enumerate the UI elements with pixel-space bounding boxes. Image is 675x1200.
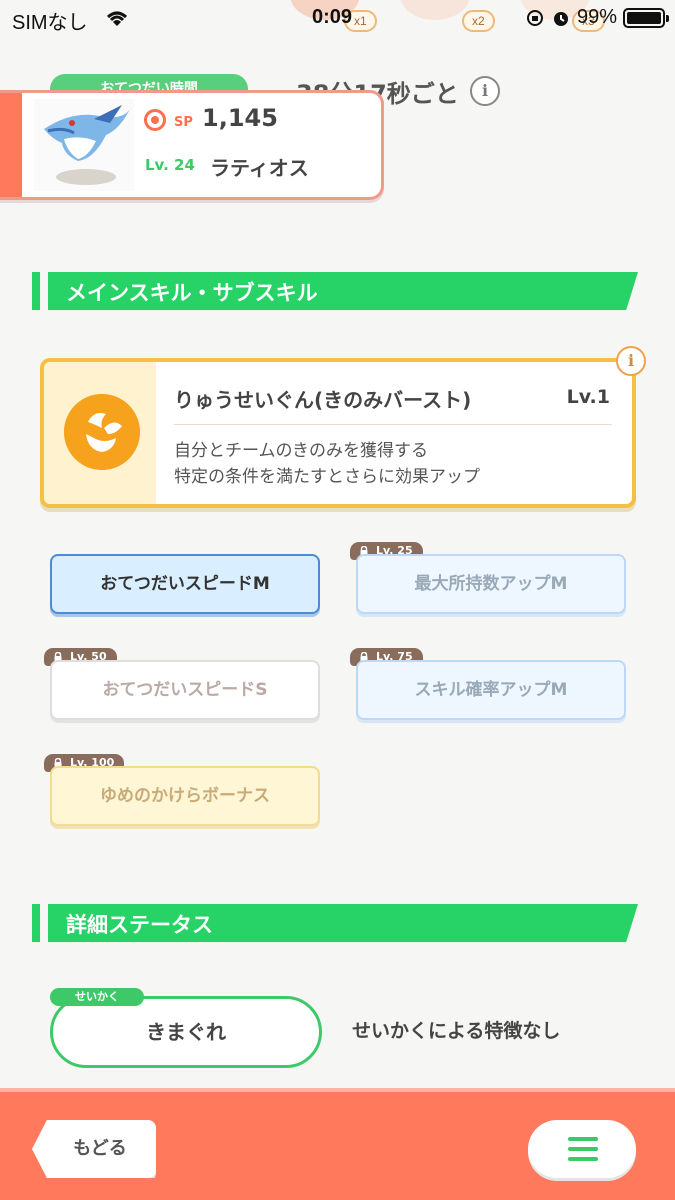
section-tick bbox=[32, 272, 40, 310]
carrier-label: SIMなし bbox=[12, 12, 88, 34]
subskill-3[interactable]: おてつだいスピードS bbox=[50, 660, 320, 720]
nature-tag: せいかく bbox=[50, 988, 144, 1006]
subskill-4[interactable]: スキル確率アップM bbox=[356, 660, 626, 720]
section-title-details: 詳細ステータス bbox=[66, 913, 213, 937]
main-skill-name: りゅうせいぐん(きのみバースト) bbox=[174, 388, 472, 412]
status-bar: SIMなし 0:09 99% bbox=[0, 0, 675, 38]
main-skill-info-icon[interactable]: i bbox=[616, 346, 646, 376]
clock: 0:09 bbox=[312, 6, 353, 28]
section-tick bbox=[32, 904, 40, 942]
pokemon-level: Lv. 24 bbox=[145, 156, 195, 174]
battery-icon bbox=[623, 7, 669, 28]
section-header-skills: メインスキル・サブスキル bbox=[32, 272, 638, 310]
nature-description: せいかくによる特徴なし bbox=[352, 1020, 561, 1042]
section-header-details: 詳細ステータス bbox=[32, 904, 638, 942]
sp-ball-icon bbox=[144, 109, 166, 131]
pokemon-name: ラティオス bbox=[210, 156, 309, 180]
back-button[interactable]: もどる bbox=[32, 1120, 156, 1178]
status-right: 99% bbox=[525, 6, 669, 29]
berry-burst-icon bbox=[64, 394, 140, 470]
skill-divider bbox=[174, 424, 612, 425]
section-title-skills: メインスキル・サブスキル bbox=[66, 281, 318, 305]
subskill-1[interactable]: おてつだいスピードM bbox=[50, 554, 320, 614]
alarm-icon bbox=[553, 11, 568, 26]
menu-button[interactable] bbox=[528, 1120, 636, 1178]
nature-value-box[interactable]: きまぐれ bbox=[50, 996, 322, 1068]
subskill-5[interactable]: ゆめのかけらボーナス bbox=[50, 766, 320, 826]
battery-percent: 99% bbox=[576, 6, 617, 28]
pokemon-sprite bbox=[34, 99, 134, 191]
wifi-icon bbox=[107, 11, 127, 26]
footer-bar: もどる bbox=[0, 1088, 675, 1200]
subskill-2[interactable]: 最大所持数アップM bbox=[356, 554, 626, 614]
sp-label: SP bbox=[174, 115, 193, 130]
pokemon-card[interactable]: SP 1,145 Lv. 24 ラティオス bbox=[0, 90, 384, 200]
card-accent-strip bbox=[0, 93, 22, 197]
main-skill-card[interactable]: りゅうせいぐん(きのみバースト) Lv.1 自分とチームのきのみを獲得する 特定… bbox=[40, 358, 636, 508]
info-icon[interactable]: i bbox=[470, 76, 500, 106]
main-skill-description: 自分とチームのきのみを獲得する 特定の条件を満たすとさらに効果アップ bbox=[174, 438, 480, 490]
battery-fill bbox=[627, 11, 661, 24]
main-skill-desc-line-1: 自分とチームのきのみを獲得する bbox=[174, 441, 428, 461]
rotation-lock-icon bbox=[526, 9, 543, 26]
main-skill-level: Lv.1 bbox=[566, 386, 610, 408]
main-skill-desc-line-2: 特定の条件を満たすとさらに効果アップ bbox=[174, 467, 480, 487]
sp-value: 1,145 bbox=[202, 104, 278, 132]
